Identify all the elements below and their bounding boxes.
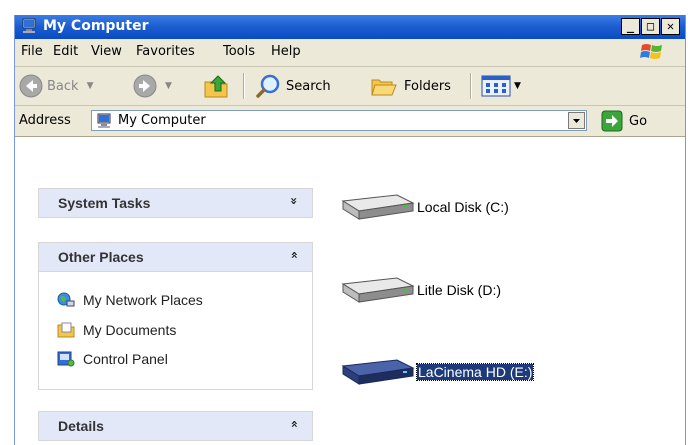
hard-drive-selected-icon xyxy=(341,359,415,385)
go-arrow-icon xyxy=(601,110,623,132)
address-bar: Address My Computer Go xyxy=(15,106,685,137)
forward-arrow-icon xyxy=(133,74,157,98)
hard-drive-icon xyxy=(341,194,415,220)
details-title: Details xyxy=(58,418,104,434)
chevron-down-icon xyxy=(573,119,580,123)
my-computer-icon xyxy=(97,113,111,128)
my-documents-icon xyxy=(57,322,75,338)
drive-label-selected: LaCinema HD (E:) xyxy=(415,363,535,381)
other-places-panel: Other Places » My Network Places My Docu… xyxy=(38,242,313,390)
details-panel: Details » xyxy=(38,411,313,441)
address-value: My Computer xyxy=(118,113,206,128)
maximize-button[interactable]: □ xyxy=(641,18,660,35)
views-dropdown-icon[interactable]: ▼ xyxy=(514,81,521,91)
control-panel-icon xyxy=(57,351,75,367)
network-places-icon xyxy=(57,292,75,307)
menu-tools[interactable]: Tools xyxy=(223,44,255,59)
search-label: Search xyxy=(286,78,331,94)
search-button[interactable]: Search xyxy=(255,73,331,99)
address-input[interactable]: My Computer xyxy=(91,110,587,131)
search-icon xyxy=(256,74,280,98)
menu-bar: File Edit View Favorites Tools Help xyxy=(15,39,685,67)
go-label: Go xyxy=(629,113,648,129)
menu-file[interactable]: File xyxy=(21,44,43,59)
forward-dropdown-icon[interactable]: ▼ xyxy=(165,81,172,91)
windows-logo-icon xyxy=(640,44,662,59)
collapse-chevron-icon[interactable]: » xyxy=(287,251,301,259)
menu-help[interactable]: Help xyxy=(271,44,301,59)
drive-litle-disk-d[interactable]: Litle Disk (D:) xyxy=(337,274,501,306)
content-area: System Tasks » Other Places » My Network… xyxy=(15,137,685,445)
expand-chevron-icon[interactable]: » xyxy=(287,197,301,205)
back-dropdown-icon[interactable]: ▼ xyxy=(87,81,94,91)
system-tasks-header[interactable]: System Tasks » xyxy=(38,188,313,218)
my-computer-icon xyxy=(22,18,36,33)
drive-lacinema-hd-e[interactable]: LaCinema HD (E:) xyxy=(337,355,535,389)
toolbar: Back ▼ ▼ Search Folders ▼ xyxy=(15,67,685,106)
window-title: My Computer xyxy=(43,18,149,34)
other-places-header[interactable]: Other Places » xyxy=(38,242,313,272)
back-button[interactable]: Back ▼ xyxy=(19,73,93,99)
go-button[interactable]: Go xyxy=(601,110,647,132)
minimize-button[interactable]: _ xyxy=(621,18,640,35)
other-places-body: My Network Places My Documents Control P… xyxy=(38,272,313,390)
my-documents-label: My Documents xyxy=(83,322,177,338)
title-bar[interactable]: My Computer _ □ ✕ xyxy=(15,15,685,39)
views-icon xyxy=(481,75,511,97)
close-button[interactable]: ✕ xyxy=(661,18,680,35)
menu-view[interactable]: View xyxy=(91,44,122,59)
drive-label: Litle Disk (D:) xyxy=(417,282,502,298)
views-button[interactable]: ▼ xyxy=(481,73,521,99)
details-header[interactable]: Details » xyxy=(38,411,313,441)
drive-local-disk-c[interactable]: Local Disk (C:) xyxy=(337,191,509,223)
address-dropdown-button[interactable] xyxy=(568,112,585,129)
drive-label: Local Disk (C:) xyxy=(417,199,509,215)
system-tasks-panel: System Tasks » xyxy=(38,188,313,218)
back-label: Back xyxy=(47,78,79,94)
hard-drive-icon xyxy=(341,277,415,303)
explorer-window: My Computer _ □ ✕ File Edit View Favorit… xyxy=(14,15,686,445)
toolbar-separator xyxy=(470,73,472,99)
folders-icon xyxy=(371,79,397,96)
my-network-places-label: My Network Places xyxy=(83,292,203,308)
up-folder-icon xyxy=(204,75,228,98)
link-control-panel[interactable]: Control Panel xyxy=(57,349,168,369)
system-tasks-title: System Tasks xyxy=(58,195,151,211)
control-panel-label: Control Panel xyxy=(83,351,168,367)
folders-label: Folders xyxy=(404,78,451,94)
forward-button[interactable]: ▼ xyxy=(133,73,172,99)
collapse-chevron-icon[interactable]: » xyxy=(287,420,301,428)
link-my-documents[interactable]: My Documents xyxy=(57,320,176,340)
link-my-network-places[interactable]: My Network Places xyxy=(57,290,203,310)
folders-button[interactable]: Folders xyxy=(370,73,451,99)
toolbar-separator xyxy=(243,73,245,99)
menu-favorites[interactable]: Favorites xyxy=(136,44,195,59)
menu-edit[interactable]: Edit xyxy=(53,44,78,59)
up-folder-button[interactable] xyxy=(203,73,231,99)
other-places-title: Other Places xyxy=(58,249,144,265)
back-arrow-icon xyxy=(19,74,43,98)
address-label: Address xyxy=(19,113,71,128)
